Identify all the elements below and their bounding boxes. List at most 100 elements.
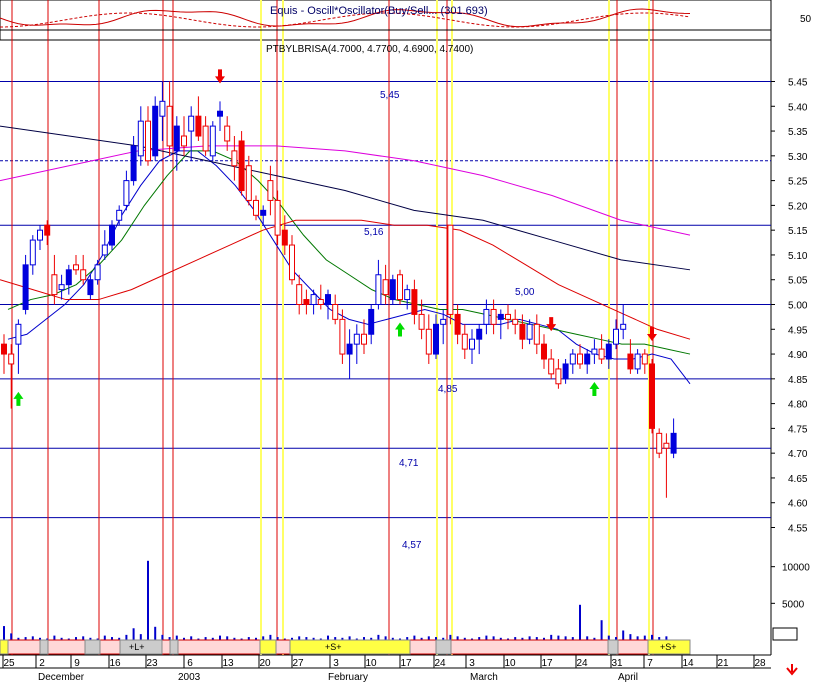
candle-body	[37, 229, 43, 241]
level-label-457: 4,57	[402, 540, 422, 551]
y-tick-label: 5.00	[788, 301, 808, 312]
x-day-label: 17	[400, 658, 412, 669]
x-day-label: 24	[576, 658, 588, 669]
candle-body	[224, 125, 231, 142]
candle-body	[425, 328, 432, 355]
candle-body	[433, 323, 439, 355]
candle-body	[346, 343, 353, 355]
signal-strip-segment	[84, 639, 101, 655]
candle-body	[325, 294, 331, 306]
level-label-471: 4,71	[399, 458, 419, 469]
candle-body	[73, 264, 79, 271]
y-tick-label: 4.75	[788, 424, 808, 435]
candle-body	[663, 442, 670, 449]
volume-tick-label: 10000	[782, 563, 810, 574]
x-day-label: 3	[469, 658, 475, 669]
candle-body	[634, 353, 641, 370]
candle-body	[29, 239, 36, 266]
y-tick-label: 5.30	[788, 152, 808, 163]
month-april: April	[618, 672, 638, 683]
x-day-label: 14	[682, 658, 694, 669]
candle-body	[130, 145, 137, 182]
signal-label-short-2: +S+	[660, 642, 677, 652]
candle-body	[353, 333, 360, 345]
candle-body	[15, 323, 22, 345]
x-day-label: 21	[717, 658, 729, 669]
candle-body	[80, 269, 87, 281]
indicator-title: Equis - Oscill*Oscillator(Buy/Sell... (3…	[270, 5, 488, 17]
x-day-label: 3	[333, 658, 339, 669]
candle-body	[490, 308, 497, 325]
candle-body	[497, 313, 504, 320]
candle-body	[641, 353, 648, 365]
candle-body	[368, 308, 375, 335]
candle-body	[605, 343, 612, 360]
candle-body	[375, 274, 382, 305]
x-day-label: 13	[222, 658, 234, 669]
candle-body	[670, 432, 677, 454]
y-tick-label: 5.25	[788, 177, 808, 188]
candle-body	[382, 279, 389, 296]
y-tick-label: 5.35	[788, 127, 808, 138]
signal-strip-segment	[39, 639, 49, 655]
candle-body	[87, 279, 94, 296]
x-day-label: 10	[504, 658, 516, 669]
candle-body	[627, 353, 634, 370]
x-day-label: 7	[647, 658, 653, 669]
signal-strip-segment	[0, 639, 9, 655]
candle-body	[397, 274, 403, 301]
candle-body	[303, 299, 310, 305]
signal-strip-segment	[607, 639, 619, 655]
candle-body	[317, 299, 324, 305]
y-tick-label: 4.55	[788, 524, 808, 535]
volume-axis-box	[772, 627, 798, 641]
x-day-label: 2	[39, 658, 45, 669]
candle-body	[195, 115, 202, 137]
signal-label-long: +L+	[129, 642, 145, 652]
y-tick-label: 4.85	[788, 375, 808, 386]
ohlc-caption: PTBYLBRISA(4.7000, 4.7700, 4.6900, 4.740…	[266, 44, 473, 55]
candle-body	[94, 264, 101, 281]
candle-body	[541, 343, 547, 360]
candle-body	[339, 318, 346, 355]
y-tick-label: 5.05	[788, 276, 808, 287]
candle-body	[533, 323, 540, 345]
candle-body	[123, 180, 130, 206]
x-day-label: 24	[434, 658, 446, 669]
y-tick-label: 5.40	[788, 102, 808, 113]
candle-body	[238, 140, 245, 192]
candle-body	[260, 209, 267, 216]
candle-body	[310, 294, 317, 306]
candle-body	[620, 323, 627, 330]
candle-body	[1, 343, 7, 355]
y-tick-label: 5.20	[788, 201, 808, 212]
candle-body	[361, 333, 367, 345]
candle-body	[159, 100, 166, 117]
candle-body	[598, 348, 605, 360]
candle-body	[166, 105, 173, 147]
y-tick-label: 4.65	[788, 474, 808, 485]
x-day-label: 25	[3, 658, 15, 669]
indicator-axis-label: 50	[800, 14, 812, 25]
y-tick-label: 4.60	[788, 499, 808, 510]
candle-body	[461, 333, 468, 350]
x-day-label: 20	[259, 658, 271, 669]
candle-body	[231, 150, 238, 167]
chart-canvas: 5.45 5.40 5.35 5.30 5.25 5.20 5.15 5.10 5.05 5.00…	[0, 0, 817, 683]
y-tick-label: 4.90	[788, 350, 808, 361]
stock-chart: 5.45 5.40 5.35 5.30 5.25 5.20 5.15 5.10 5.05 5.00…	[0, 0, 817, 683]
candle-body	[332, 304, 339, 320]
chart-background	[0, 0, 817, 683]
candle-body	[562, 363, 569, 380]
candle-body	[8, 353, 15, 365]
y-tick-label: 4.70	[788, 449, 808, 460]
month-february: February	[328, 672, 368, 683]
candle-body	[577, 353, 583, 365]
candle-body	[44, 224, 51, 236]
candle-body	[512, 318, 519, 325]
candle-body	[289, 244, 295, 281]
x-day-label: 28	[754, 658, 766, 669]
candle-body	[101, 244, 108, 256]
candle-body	[202, 125, 209, 152]
candle-body	[519, 323, 526, 340]
